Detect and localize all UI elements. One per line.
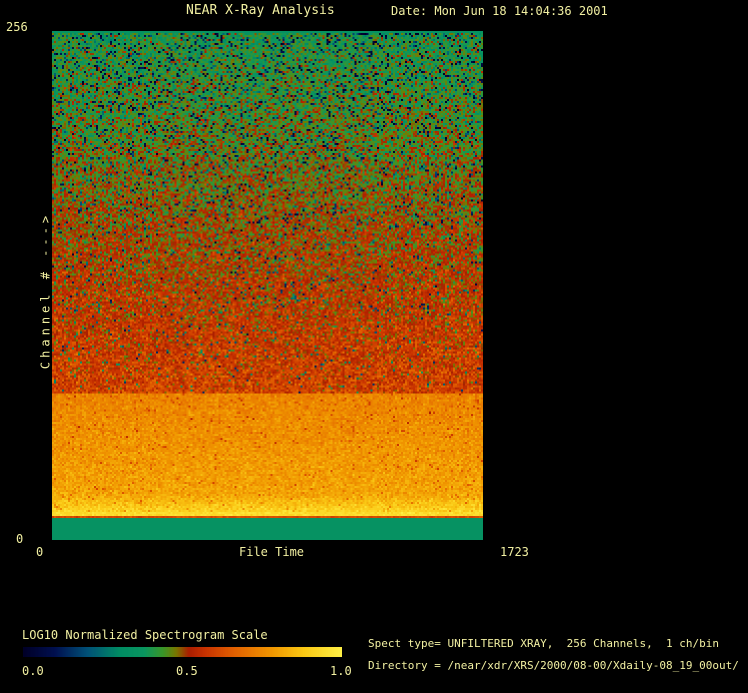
colorbar-title: LOG10 Normalized Spectrogram Scale xyxy=(22,628,268,642)
colorbar-gradient xyxy=(23,647,342,657)
x-axis-min-label: 0 xyxy=(36,545,44,559)
y-axis-title: Channel # ---> xyxy=(38,211,53,370)
x-axis-max-label: 1723 xyxy=(500,545,529,559)
date-label: Date: Mon Jun 18 14:04:36 2001 xyxy=(391,4,608,18)
colorbar-tick-max: 1.0 xyxy=(330,664,352,678)
spect-type-label: Spect type= UNFILTERED XRAY, 256 Channel… xyxy=(368,637,719,650)
directory-label: Directory = /near/xdr/XRS/2000/08-00/Xda… xyxy=(368,659,739,672)
page-title: NEAR X-Ray Analysis xyxy=(186,3,335,18)
colorbar-tick-min: 0.0 xyxy=(22,664,44,678)
spectrogram-canvas xyxy=(52,31,483,540)
y-axis-min-label: 0 xyxy=(16,532,24,546)
near-xray-analysis-window: NEAR X-Ray Analysis Date: Mon Jun 18 14:… xyxy=(0,0,748,693)
x-axis-title: File Time xyxy=(239,545,305,559)
y-axis-max-label: 256 xyxy=(6,20,28,34)
colorbar-tick-mid: 0.5 xyxy=(176,664,198,678)
